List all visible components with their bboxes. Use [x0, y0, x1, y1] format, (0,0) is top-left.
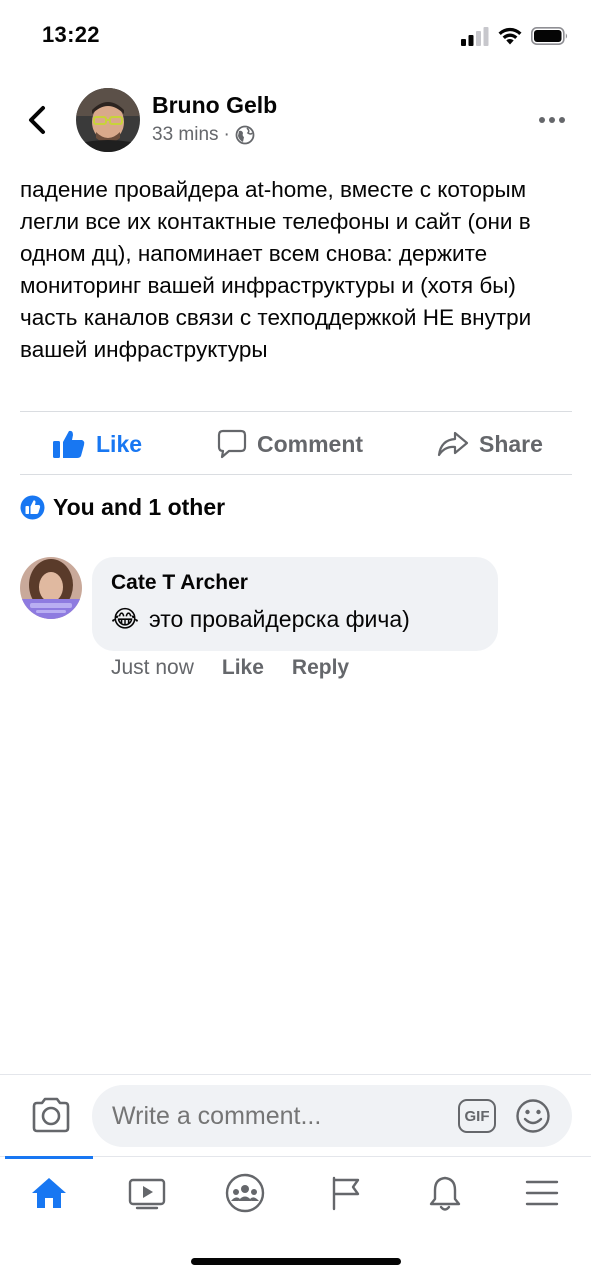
wifi-icon	[498, 27, 522, 45]
comment-reply-button[interactable]: Reply	[292, 656, 349, 680]
gif-label: GIF	[464, 1107, 490, 1125]
comment-input[interactable]	[92, 1085, 572, 1147]
globe-icon	[235, 125, 255, 145]
tab-pages[interactable]	[316, 1167, 376, 1219]
gif-button[interactable]: GIF	[458, 1099, 496, 1133]
notifications-bell-icon	[429, 1176, 461, 1211]
cellular-signal-icon	[461, 27, 489, 46]
tab-home[interactable]	[19, 1167, 79, 1219]
home-icon	[32, 1178, 66, 1208]
menu-icon	[525, 1180, 559, 1206]
like-label: Like	[96, 430, 143, 457]
reactions-summary[interactable]: You and 1 other	[20, 494, 225, 521]
post-time[interactable]: 33 mins	[152, 124, 219, 146]
like-reaction-icon	[20, 495, 45, 520]
comment-bubble[interactable]: Cate T Archer 😂 это провайдерска фича)	[92, 557, 498, 651]
share-label: Share	[479, 430, 543, 457]
back-arrow-icon[interactable]	[22, 102, 52, 138]
meta-separator: ·	[223, 124, 230, 145]
share-button[interactable]: Share	[437, 414, 543, 474]
commenter-avatar-image	[20, 557, 82, 619]
comment-text: это провайдерска фича)	[149, 606, 410, 632]
commenter-avatar[interactable]	[20, 557, 82, 619]
comment-meta: Just now Like Reply	[111, 656, 349, 680]
comment-like-button[interactable]: Like	[222, 656, 264, 680]
comment-time: Just now	[111, 656, 194, 679]
author-name[interactable]: Bruno Gelb	[152, 92, 277, 119]
like-button[interactable]: Like	[52, 414, 142, 474]
laughing-emoji-icon: 😂	[111, 606, 140, 633]
video-icon	[128, 1178, 166, 1210]
status-bar: 13:22	[0, 0, 591, 72]
groups-icon	[225, 1173, 265, 1213]
post-actions: Like Comment Share	[0, 414, 591, 474]
tab-bar	[0, 1156, 591, 1236]
like-thumb-icon	[53, 430, 85, 458]
reactions-text: You and 1 other	[53, 494, 226, 520]
more-options-icon[interactable]	[537, 110, 567, 130]
post-text: падение провайдера at-home, вместе с кот…	[20, 177, 532, 362]
tab-video[interactable]	[117, 1167, 177, 1219]
divider-top	[20, 411, 572, 412]
tab-menu[interactable]	[512, 1167, 572, 1219]
comment-label: Comment	[257, 430, 364, 457]
author-avatar[interactable]	[76, 88, 140, 152]
tab-groups[interactable]	[215, 1167, 275, 1219]
pages-flag-icon	[332, 1176, 360, 1211]
author-avatar-image	[76, 88, 140, 152]
share-arrow-icon	[437, 431, 469, 457]
status-time: 13:22	[42, 22, 100, 47]
composer-divider	[0, 1074, 591, 1075]
comment-text-row: 😂 это провайдерска фича)	[111, 605, 410, 634]
comment-button[interactable]: Comment	[217, 414, 363, 474]
post-meta: 33 mins ·	[152, 124, 255, 146]
home-indicator[interactable]	[191, 1258, 401, 1265]
tab-active-indicator	[5, 1156, 93, 1159]
battery-icon	[531, 26, 568, 45]
comment-bubble-icon	[217, 429, 247, 459]
status-icons	[461, 26, 569, 46]
post-header: Bruno Gelb 33 mins ·	[0, 82, 591, 158]
tab-notifications[interactable]	[415, 1167, 475, 1219]
comment-author[interactable]: Cate T Archer	[111, 571, 248, 595]
divider-bottom	[20, 474, 572, 475]
camera-icon[interactable]	[30, 1096, 72, 1134]
emoji-icon[interactable]	[515, 1098, 551, 1134]
